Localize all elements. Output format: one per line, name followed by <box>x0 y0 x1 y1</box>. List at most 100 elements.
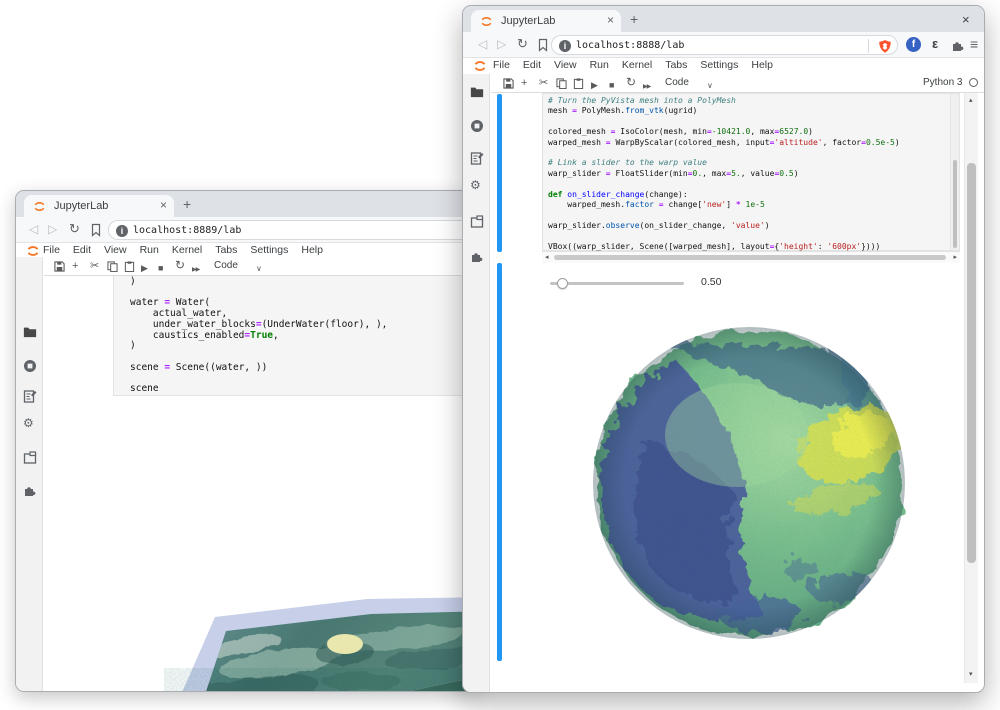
window-close-button[interactable]: × <box>962 12 970 27</box>
browser-window-front: JupyterLab × + × ◁ ▷ ↻ i localhost:8888/… <box>462 5 985 693</box>
vscroll-thumb[interactable] <box>967 163 976 563</box>
menu-edit[interactable]: Edit <box>73 244 91 256</box>
nav-back-icon[interactable]: ◁ <box>478 37 487 51</box>
hscroll-left-icon[interactable]: ◂ <box>545 254 549 262</box>
code-cell[interactable]: # Turn the PyVista mesh into a PolyMeshm… <box>542 93 960 251</box>
cell-type-dropdown[interactable]: Code <box>214 260 238 271</box>
bookmark-icon[interactable] <box>537 38 549 52</box>
vscroll-down-icon[interactable]: ▾ <box>969 671 973 679</box>
menu-settings[interactable]: Settings <box>700 59 738 71</box>
cell-type-chevron-icon[interactable]: ∨ <box>707 79 713 93</box>
nav-reload-icon[interactable]: ↻ <box>517 37 528 51</box>
menu-edit[interactable]: Edit <box>523 59 541 71</box>
stop-icon[interactable]: ■ <box>158 261 163 275</box>
browser-tab[interactable]: JupyterLab × <box>471 10 621 32</box>
run-icon[interactable]: ▶ <box>591 78 598 92</box>
restart-kernel-icon[interactable]: ↻ <box>175 258 185 272</box>
menu-kernel[interactable]: Kernel <box>622 59 652 71</box>
water-scene-render[interactable] <box>111 561 478 692</box>
save-icon[interactable] <box>54 261 65 272</box>
command-palette-icon[interactable] <box>470 151 484 165</box>
file-browser-icon[interactable] <box>23 325 37 339</box>
cell-type-chevron-icon[interactable]: ∨ <box>256 262 262 276</box>
restart-kernel-icon[interactable]: ↻ <box>626 75 636 89</box>
nav-back-icon[interactable]: ◁ <box>29 222 38 236</box>
hscroll-right-icon[interactable]: ▸ <box>953 254 957 262</box>
add-cell-icon[interactable]: + <box>521 76 527 90</box>
menu-tabs[interactable]: Tabs <box>665 59 687 71</box>
warp-slider[interactable] <box>550 282 684 285</box>
site-info-icon[interactable]: i <box>559 40 571 52</box>
menu-run[interactable]: Run <box>590 59 609 71</box>
kernel-name[interactable]: Python 3 <box>923 77 962 88</box>
property-inspector-icon[interactable]: ⚙ <box>23 417 37 431</box>
new-tab-button[interactable]: + <box>630 11 638 27</box>
vscroll-up-icon[interactable]: ▴ <box>969 97 973 105</box>
menu-run[interactable]: Run <box>140 244 159 256</box>
output-collapser[interactable] <box>497 263 502 661</box>
input-collapser[interactable] <box>497 94 502 252</box>
restart-run-all-icon[interactable]: ▶▶ <box>643 80 650 94</box>
editor-hscrollbar[interactable]: ◂ ▸ <box>542 251 960 263</box>
tab-close-icon[interactable]: × <box>160 198 167 212</box>
site-info-icon[interactable]: i <box>116 225 128 237</box>
add-cell-icon[interactable]: + <box>72 259 78 273</box>
url-bar[interactable]: i localhost:8888/lab <box>551 35 898 55</box>
editor-vscrollbar[interactable] <box>950 94 959 250</box>
stop-icon[interactable]: ■ <box>609 78 614 92</box>
extensions-puzzle-icon[interactable] <box>951 38 965 52</box>
menu-kernel[interactable]: Kernel <box>172 244 202 256</box>
running-kernels-icon[interactable] <box>23 359 37 373</box>
code-cell[interactable]: ) water = Water( actual_water, under_wat… <box>113 276 478 396</box>
menu-tabs[interactable]: Tabs <box>215 244 237 256</box>
nav-forward-icon[interactable]: ▷ <box>48 222 57 236</box>
copy-icon[interactable] <box>556 78 567 89</box>
run-icon[interactable]: ▶ <box>141 261 148 275</box>
tab-close-icon[interactable]: × <box>607 13 614 27</box>
cell-type-dropdown[interactable]: Code <box>665 77 689 88</box>
cut-icon[interactable]: ✂ <box>539 76 548 90</box>
url-bar[interactable]: i localhost:8889/lab <box>108 220 474 240</box>
code-editor[interactable]: # Turn the PyVista mesh into a PolyMeshm… <box>548 96 900 252</box>
menu-help[interactable]: Help <box>301 244 323 256</box>
menu-file[interactable]: File <box>493 59 510 71</box>
extension-dark-icon[interactable]: ε <box>932 37 938 51</box>
paste-icon[interactable] <box>124 261 135 272</box>
restart-run-all-icon[interactable]: ▶▶ <box>192 263 199 277</box>
new-tab-button[interactable]: + <box>183 196 191 212</box>
nav-reload-icon[interactable]: ↻ <box>69 222 80 236</box>
browser-menu-icon[interactable]: ≡ <box>970 37 978 51</box>
save-icon[interactable] <box>503 78 514 89</box>
jupyter-favicon <box>480 15 493 28</box>
menu-settings[interactable]: Settings <box>250 244 288 256</box>
open-tabs-icon[interactable] <box>470 215 484 229</box>
url-text[interactable]: localhost:8889/lab <box>133 225 241 236</box>
command-palette-icon[interactable] <box>23 389 37 403</box>
running-kernels-icon[interactable] <box>470 119 484 133</box>
menu-view[interactable]: View <box>554 59 577 71</box>
menu-file[interactable]: File <box>43 244 60 256</box>
menu-view[interactable]: View <box>104 244 127 256</box>
warp-slider-handle[interactable] <box>557 278 568 289</box>
notebook-toolbar: + ✂ ▶ ■ ↻ ▶▶ Code ∨ <box>44 257 477 276</box>
kernel-status-icon[interactable] <box>969 78 978 87</box>
cut-icon[interactable]: ✂ <box>90 259 99 273</box>
extensions-icon[interactable] <box>470 249 484 263</box>
file-browser-icon[interactable] <box>470 85 484 99</box>
url-text[interactable]: localhost:8888/lab <box>576 40 684 51</box>
bookmark-icon[interactable] <box>90 223 102 237</box>
menu-help[interactable]: Help <box>751 59 773 71</box>
browser-tab[interactable]: JupyterLab × <box>24 195 174 217</box>
property-inspector-icon[interactable]: ⚙ <box>470 179 484 193</box>
extension-blue-icon[interactable]: f <box>906 37 921 52</box>
copy-icon[interactable] <box>107 261 118 272</box>
paste-icon[interactable] <box>573 78 584 89</box>
editor-vscroll-thumb[interactable] <box>953 160 957 248</box>
globe-render[interactable] <box>589 323 909 643</box>
open-tabs-icon[interactable] <box>23 451 37 465</box>
notebook-vscrollbar[interactable]: ▴ ▾ <box>964 93 978 683</box>
code-editor[interactable]: ) water = Water( actual_water, under_wat… <box>130 277 387 395</box>
nav-forward-icon[interactable]: ▷ <box>497 37 506 51</box>
extensions-icon[interactable] <box>23 483 37 497</box>
brave-shield-icon[interactable] <box>878 39 892 54</box>
